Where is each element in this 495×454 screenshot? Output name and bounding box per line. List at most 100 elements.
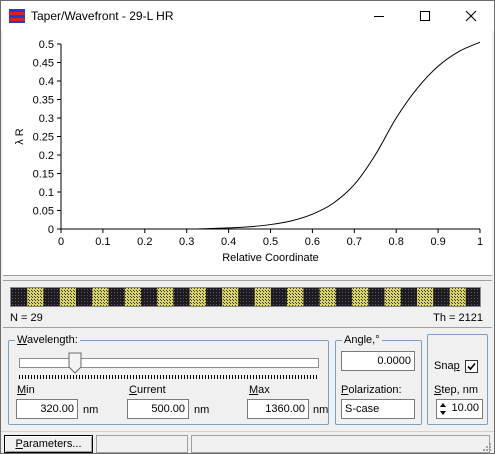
y-tick-label: 0.3	[39, 113, 54, 125]
layer-strip[interactable]	[10, 287, 481, 307]
y-tick-label: 0.5	[39, 39, 54, 51]
layer-segment[interactable]	[124, 288, 142, 307]
x-tick-label: 0.1	[95, 236, 110, 248]
min-label: Min	[17, 384, 35, 396]
layer-segment[interactable]	[59, 288, 77, 307]
layer-segment[interactable]	[270, 288, 288, 307]
status-pane-1	[96, 435, 188, 453]
layer-segment[interactable]	[400, 288, 418, 307]
current-unit: nm	[194, 404, 210, 416]
min-wavelength-field[interactable]: 320.00	[16, 399, 78, 419]
window-title: Taper/Wavefront - 29-L HR	[31, 9, 174, 23]
y-tick-label: 0.25	[33, 132, 54, 144]
step-value: 10.00	[451, 402, 479, 414]
layer-segment[interactable]	[11, 288, 28, 307]
min-unit: nm	[83, 404, 99, 416]
status-pane-2	[191, 435, 490, 453]
parameters-button[interactable]: Parameters...	[4, 435, 93, 453]
layer-segment[interactable]	[238, 288, 256, 307]
x-tick-label: 0.7	[347, 236, 362, 248]
layer-segment[interactable]	[335, 288, 353, 307]
chart-panel: 0 0.1 0.2 0.3 0.4 0.5 0.6 0.7 0.8 0.9 1 0 0.05 0.1 0.1…	[3, 31, 492, 276]
thickness-label: Th = 2121	[433, 312, 483, 324]
minimize-icon	[374, 16, 384, 17]
layer-count-label: N = 29	[10, 312, 43, 324]
close-icon	[465, 10, 477, 22]
layer-segment[interactable]	[417, 288, 434, 307]
wavelength-slider-track[interactable]	[19, 358, 319, 368]
y-tick-label: 0.2	[39, 150, 54, 162]
angle-legend: Angle,°	[344, 334, 380, 346]
layer-segment[interactable]	[384, 288, 402, 307]
layer-segment[interactable]	[189, 288, 207, 307]
x-tick-label: 0.4	[221, 236, 236, 248]
x-axis-label: Relative Coordinate	[222, 252, 319, 264]
app-window: Taper/Wavefront - 29-L HR 0 0.1 0.2 0.3 0.4 0…	[0, 0, 495, 454]
step-spinner[interactable]: 10.00	[436, 399, 483, 419]
layer-segment[interactable]	[92, 288, 109, 307]
y-tick-label: 0	[48, 224, 54, 236]
x-tick-label: 0.6	[305, 236, 320, 248]
layer-segment[interactable]	[254, 288, 272, 307]
layer-segment[interactable]	[368, 288, 386, 307]
x-tick-label: 0.5	[263, 236, 278, 248]
layer-segment[interactable]	[352, 288, 369, 307]
wavelength-slider-ticks	[19, 375, 319, 379]
step-label: Step, nm	[434, 384, 479, 396]
minimize-button[interactable]	[356, 1, 402, 31]
status-bar: Parameters...	[1, 431, 494, 453]
wavelength-slider-thumb[interactable]	[68, 352, 82, 374]
max-label: Max	[249, 384, 270, 396]
layer-segment[interactable]	[43, 288, 61, 307]
close-button[interactable]	[448, 1, 494, 31]
layer-segment[interactable]	[27, 288, 44, 307]
snap-checkbox[interactable]	[465, 360, 478, 373]
x-tick-label: 0.8	[389, 236, 404, 248]
y-tick-label: 0.1	[39, 187, 54, 199]
layer-segment[interactable]	[205, 288, 223, 307]
layer-segment[interactable]	[449, 288, 467, 307]
polarization-field[interactable]: S-case	[341, 399, 415, 419]
y-tick-label: 0.4	[39, 76, 54, 88]
x-tick-label: 0	[58, 236, 64, 248]
current-wavelength-field[interactable]: 500.00	[127, 399, 189, 419]
layer-segment[interactable]	[465, 288, 481, 307]
layer-segment[interactable]	[222, 288, 239, 307]
series-line	[60, 41, 481, 230]
layer-segment[interactable]	[173, 288, 191, 307]
checkmark-icon	[467, 362, 476, 371]
layer-segment[interactable]	[108, 288, 126, 307]
parameters-button-text: arameters...	[22, 438, 82, 450]
y-tick-label: 0.35	[33, 95, 54, 107]
max-wavelength-field[interactable]: 1360.00	[247, 399, 309, 419]
angle-field[interactable]: 0.0000	[341, 351, 415, 371]
x-tick-label: 0.2	[137, 236, 152, 248]
layer-segment[interactable]	[433, 288, 451, 307]
layer-segment[interactable]	[140, 288, 158, 307]
resize-grip-icon[interactable]	[482, 442, 492, 452]
layer-strip-panel: N = 29 Th = 2121	[3, 280, 492, 328]
layer-segment[interactable]	[303, 288, 321, 307]
max-unit: nm	[313, 404, 329, 416]
x-tick-label: 0.9	[430, 236, 445, 248]
app-logo-icon	[9, 9, 25, 23]
taper-chart[interactable]: 0 0.1 0.2 0.3 0.4 0.5 0.6 0.7 0.8 0.9 1 0 0.05 0.1 0.1…	[3, 31, 492, 276]
y-tick-label: 0.15	[33, 169, 54, 181]
maximize-icon	[420, 11, 430, 21]
y-axis-label: λ R	[14, 128, 26, 145]
y-tick-label: 0.45	[33, 58, 54, 70]
layer-segment[interactable]	[75, 288, 93, 307]
y-tick-label: 0.05	[33, 206, 54, 218]
wavelength-legend-text: avelength:	[26, 334, 78, 346]
layer-segment[interactable]	[157, 288, 174, 307]
layer-segment[interactable]	[287, 288, 304, 307]
polarization-label: Polarization:	[341, 384, 402, 396]
maximize-button[interactable]	[402, 1, 448, 31]
layer-segment[interactable]	[319, 288, 337, 307]
wavelength-legend: Wavelength:	[17, 334, 78, 346]
current-label: Current	[129, 384, 166, 396]
x-tick-label: 1	[477, 236, 483, 248]
spinner-arrows-icon[interactable]	[439, 402, 447, 416]
x-tick-label: 0.3	[179, 236, 194, 248]
title-bar: Taper/Wavefront - 29-L HR	[1, 1, 494, 31]
